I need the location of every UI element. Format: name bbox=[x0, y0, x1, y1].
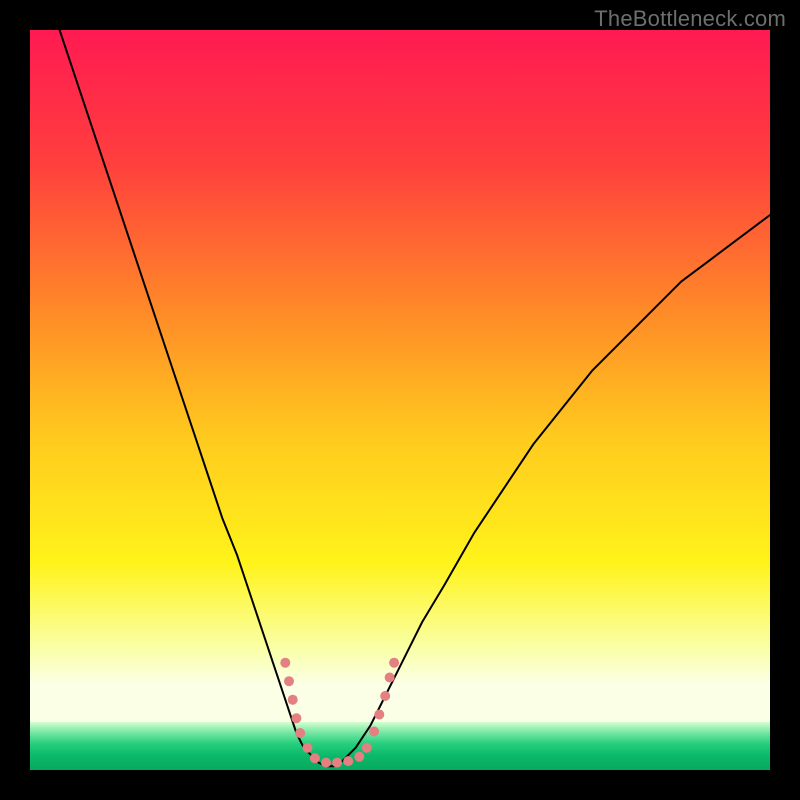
cusp-dot bbox=[295, 728, 305, 738]
cusp-dot bbox=[288, 695, 298, 705]
cusp-dot bbox=[362, 743, 372, 753]
cusp-dot bbox=[374, 710, 384, 720]
cusp-dot bbox=[284, 676, 294, 686]
cusp-dot bbox=[380, 691, 390, 701]
cusp-overlay bbox=[280, 658, 399, 768]
cusp-dot bbox=[310, 753, 320, 763]
cusp-dot bbox=[354, 752, 364, 762]
cusp-dot bbox=[343, 756, 353, 766]
cusp-dot bbox=[389, 658, 399, 668]
cusp-dot bbox=[321, 758, 331, 768]
watermark-text: TheBottleneck.com bbox=[594, 6, 786, 32]
bottleneck-curve bbox=[60, 30, 770, 766]
cusp-dot bbox=[369, 727, 379, 737]
cusp-dot bbox=[303, 743, 313, 753]
cusp-dot bbox=[332, 758, 342, 768]
cusp-dot bbox=[291, 713, 301, 723]
chart-frame: TheBottleneck.com bbox=[0, 0, 800, 800]
cusp-dot bbox=[385, 673, 395, 683]
cusp-dot bbox=[280, 658, 290, 668]
chart-svg bbox=[30, 30, 770, 770]
